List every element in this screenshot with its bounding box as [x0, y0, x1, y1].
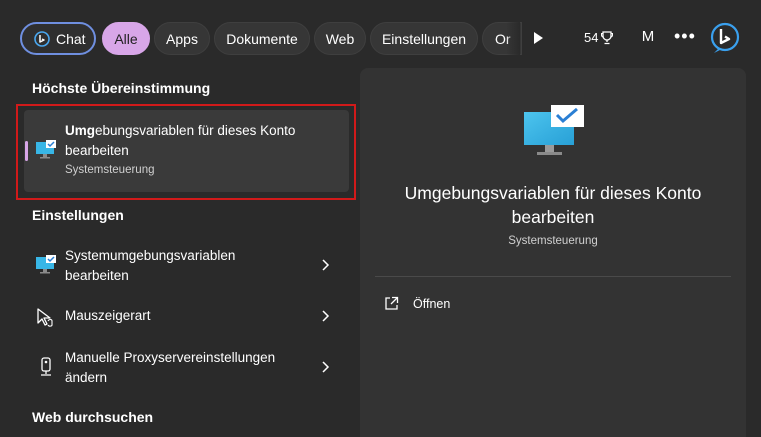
preview-subtitle: Systemsteuerung	[508, 235, 598, 247]
bing-logo-icon[interactable]	[709, 22, 741, 54]
preview-divider	[375, 276, 731, 277]
filter-web-button[interactable]: Web	[314, 22, 366, 55]
trophy-icon	[601, 30, 614, 44]
best-match-heading: Höchste Übereinstimmung	[32, 80, 211, 96]
filter-settings-button[interactable]: Einstellungen	[370, 22, 478, 55]
bing-icon	[34, 30, 50, 47]
open-external-icon	[385, 296, 399, 310]
filter-all-label: Alle	[114, 30, 138, 47]
filter-apps-button[interactable]: Apps	[154, 22, 210, 55]
settings-result-mouse-pointer-label: Mauszeigerart	[65, 308, 151, 323]
filter-all-button[interactable]: Alle	[102, 22, 150, 55]
chat-filter-label: Chat	[56, 30, 86, 47]
scroll-filters-play-icon[interactable]	[528, 28, 548, 48]
filter-apps-label: Apps	[166, 30, 198, 47]
filter-scroll-fade	[506, 20, 520, 58]
mouse-pointer-icon	[37, 308, 53, 327]
rewards-points[interactable]: 54	[584, 30, 614, 45]
rewards-points-value: 54	[584, 30, 599, 45]
more-options-button[interactable]: •••	[674, 26, 696, 47]
search-filter-bar: Chat Alle Apps Dokumente Web Einstellung…	[0, 0, 761, 72]
open-action[interactable]: Öffnen	[384, 296, 450, 311]
settings-item-line2: ändern	[65, 370, 108, 385]
chevron-right-icon	[322, 361, 330, 373]
filter-documents-label: Dokumente	[226, 30, 298, 47]
preview-title-line2: bearbeiten	[511, 207, 595, 227]
proxy-device-icon	[41, 357, 51, 376]
user-avatar[interactable]: M	[638, 28, 658, 45]
open-action-label: Öffnen	[413, 296, 451, 311]
settings-item-line2: bearbeiten	[65, 268, 129, 283]
preview-pane: Umgebungsvariablen für dieses Konto bear…	[360, 68, 746, 437]
settings-heading: Einstellungen	[32, 207, 124, 223]
settings-result-proxy-label: Manuelle Proxyservereinstellungen ändern	[65, 348, 275, 388]
web-search-heading: Web durchsuchen	[32, 409, 154, 425]
filter-settings-label: Einstellungen	[381, 30, 467, 47]
settings-item-line1: Systemumgebungsvariablen	[65, 248, 236, 263]
chat-filter-button[interactable]: Chat	[20, 22, 96, 55]
filter-documents-button[interactable]: Dokumente	[214, 22, 310, 55]
control-panel-monitor-icon	[36, 255, 56, 274]
chevron-right-icon	[322, 259, 330, 271]
chevron-right-icon	[322, 310, 330, 322]
control-panel-monitor-icon	[524, 105, 584, 155]
filter-web-label: Web	[325, 30, 355, 47]
settings-result-system-env-label: Systemumgebungsvariablen bearbeiten	[65, 246, 235, 286]
settings-item-line1: Manuelle Proxyservereinstellungen	[65, 350, 276, 365]
highlight-outline	[16, 104, 356, 200]
preview-title-line1: Umgebungsvariablen für dieses Konto	[404, 183, 702, 203]
